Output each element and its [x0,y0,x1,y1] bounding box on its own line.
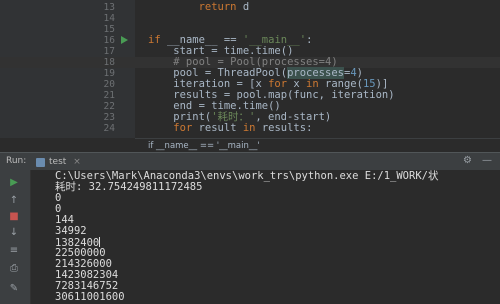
console-line: 0 [55,192,62,204]
console-line: 144 [55,214,74,226]
console-line: 0 [55,203,62,215]
line-number: 15 [103,24,115,35]
run-tool-header: Run: test × ⚙ — [0,152,500,172]
run-toolstrip: ▶ ↑ ■ ↓ ≡ ⎙ ✎ [0,170,31,304]
line-number: 17 [103,46,115,57]
run-tab-label: test [49,157,67,167]
console-line: 34992 [55,225,87,237]
rerun-icon[interactable]: ▶ [8,176,20,188]
console-line: 22500000 [55,247,106,259]
stop-icon[interactable]: ■ [8,210,20,222]
line-number: 20 [103,79,115,90]
code-line[interactable]: 13 return d [0,1,500,14]
run-label: Run: [6,156,27,166]
line-number: 22 [103,101,115,112]
code-text: for result in results: [173,122,313,134]
code-text: return d [198,1,250,13]
console-line: 1423082304 [55,269,119,281]
python-file-icon [36,157,45,167]
text-cursor [99,237,101,247]
line-number: 23 [103,112,115,123]
line-number: 18 [103,57,115,68]
console-line: 1382400 [55,237,101,249]
gear-icon[interactable]: ⚙ [463,155,472,166]
line-number: 16 [103,35,115,46]
close-icon[interactable]: × [73,157,81,167]
breadcrumb[interactable]: if __name__ == '__main__' [135,138,500,152]
pin-icon[interactable]: ✎ [8,282,20,294]
code-editor[interactable]: 13 return d 14 15 16 if __name__ == '__main_… [0,0,500,138]
hide-icon[interactable]: — [482,155,492,166]
line-number: 21 [103,90,115,101]
run-tab-test[interactable]: test × [36,155,81,169]
soft-wrap-icon[interactable]: ≡ [8,244,20,256]
scroll-up-icon[interactable]: ↑ [8,194,20,206]
code-line[interactable]: 14 [0,13,500,24]
code-line[interactable]: 24 for result in results: [0,122,500,135]
console-line: 214326000 [55,258,112,270]
console-line: 耗时: 32.754249811172485 [55,181,203,193]
line-number: 24 [103,123,115,134]
scroll-down-icon[interactable]: ↓ [8,226,20,238]
console-line: 30611001600 [55,291,125,303]
console-output[interactable]: C:\Users\Mark\Anaconda3\envs\work_trs\py… [31,170,500,304]
line-number: 19 [103,68,115,79]
print-icon[interactable]: ⎙ [8,262,20,274]
line-number: 14 [103,13,115,24]
line-number: 13 [103,2,115,13]
ide-window: 13 return d 14 15 16 if __name__ == '__main_… [0,0,500,304]
